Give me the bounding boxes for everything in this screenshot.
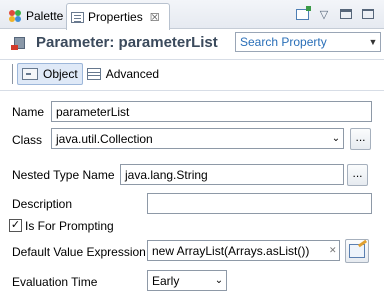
dropdown-arrow-icon: ▼	[368, 37, 378, 47]
header-divider	[0, 59, 384, 60]
class-label: Class	[12, 133, 43, 147]
nested-type-value: java.lang.String	[125, 167, 208, 182]
evaluation-time-label: Evaluation Time	[12, 275, 98, 289]
nested-type-label: Nested Type Name	[12, 168, 115, 182]
view-menu-button[interactable]: ▽	[316, 6, 332, 22]
subtab-object-label: Object	[43, 67, 78, 81]
advanced-icon	[86, 68, 101, 80]
description-label: Description	[12, 197, 73, 211]
is-for-prompting-checkbox[interactable]: ✓	[9, 219, 22, 232]
minimize-icon	[340, 9, 352, 19]
pin-icon	[295, 5, 311, 20]
expression-builder-icon	[349, 244, 365, 258]
expression-builder-button[interactable]	[345, 239, 369, 263]
maximize-button[interactable]	[360, 6, 376, 22]
chevron-down-icon: ⌄	[214, 275, 224, 286]
default-value-label: Default Value Expression	[12, 245, 146, 259]
maximize-icon	[362, 9, 374, 19]
nested-type-field[interactable]: java.lang.String	[120, 164, 344, 185]
subtab-bar: Object Advanced	[12, 62, 163, 86]
pin-view-button[interactable]	[294, 5, 311, 22]
parameter-icon	[11, 35, 27, 51]
chevron-down-icon: ▽	[319, 8, 329, 21]
object-icon	[22, 68, 38, 80]
close-icon[interactable]: ☒	[150, 11, 160, 24]
name-label: Name	[12, 105, 45, 119]
subtab-divider	[0, 90, 384, 91]
chevron-down-icon: ⌄	[331, 133, 341, 144]
class-combo[interactable]: java.util.Collection ⌄	[51, 128, 344, 149]
tab-properties-label: Properties	[88, 10, 143, 24]
nested-type-browse-button[interactable]: ...	[347, 164, 368, 186]
subtab-advanced-label: Advanced	[105, 67, 160, 81]
is-for-prompting-label: Is For Prompting	[25, 219, 114, 233]
properties-icon	[71, 12, 84, 23]
palette-icon	[8, 9, 22, 23]
clear-icon[interactable]: ✕	[329, 245, 337, 256]
class-browse-button[interactable]: ...	[350, 128, 371, 150]
description-field[interactable]	[147, 193, 372, 214]
search-property-combo[interactable]: Search Property ▼	[235, 32, 381, 52]
class-value: java.util.Collection	[56, 131, 153, 146]
subtab-separator	[12, 64, 13, 84]
tab-properties[interactable]: Properties ☒	[66, 3, 170, 30]
evaluation-time-combo[interactable]: Early ⌄	[147, 270, 227, 291]
page-title: Parameter: parameterList	[36, 34, 218, 51]
subtab-advanced[interactable]: Advanced	[83, 63, 163, 85]
name-field[interactable]: parameterList	[51, 101, 372, 122]
subtab-object[interactable]: Object	[17, 63, 83, 85]
default-value-field[interactable]: new ArrayList(Arrays.asList())	[147, 240, 340, 261]
tab-palette-label: Palette	[26, 9, 64, 23]
search-property-text: Search Property	[240, 35, 327, 49]
default-value-text: new ArrayList(Arrays.asList())	[152, 243, 310, 258]
view-tab-bar: Palette Properties ☒ ▽	[0, 0, 384, 30]
name-value: parameterList	[56, 104, 130, 119]
evaluation-time-value: Early	[152, 273, 180, 288]
tab-palette[interactable]: Palette	[4, 3, 66, 29]
minimize-button[interactable]	[338, 6, 354, 22]
view-toolbar: ▽	[294, 5, 376, 22]
